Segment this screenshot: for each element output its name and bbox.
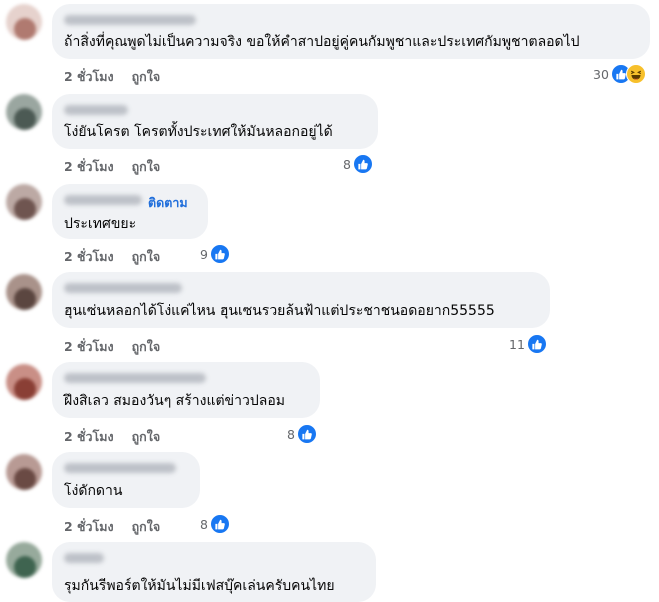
comment-timestamp[interactable]: 2 ชั่วโมง	[64, 247, 114, 267]
like-icon	[352, 154, 373, 174]
comment-actions: 2 ชั่วโมง ถูกใจ	[64, 157, 160, 177]
comment-text: ฝึงสิเลว สมองวันๆ สร้างแต่ข่าวปลอม	[64, 393, 285, 409]
like-button[interactable]: ถูกใจ	[132, 247, 161, 267]
reaction-summary[interactable]: 8	[200, 514, 230, 534]
like-icon	[209, 244, 230, 264]
reaction-count: 30	[593, 66, 609, 82]
like-icon	[209, 514, 230, 534]
comment-timestamp[interactable]: 2 ชั่วโมง	[64, 427, 114, 447]
reaction-count: 8	[200, 516, 208, 532]
like-button[interactable]: ถูกใจ	[132, 67, 161, 87]
avatar[interactable]	[6, 94, 42, 130]
commenter-name[interactable]	[64, 372, 206, 383]
comment-actions: 2 ชั่วโมง ถูกใจ	[64, 427, 160, 447]
comment-bubble: โง่ยันโครต โครตทั้งประเทศให้มันหลอกอยู่ไ…	[52, 94, 378, 149]
reaction-summary[interactable]: 8	[287, 424, 317, 444]
reaction-count: 8	[343, 156, 351, 172]
comment-text: โง่ยันโครต โครตทั้งประเทศให้มันหลอกอยู่ไ…	[64, 124, 333, 140]
comment-text: รุมกันรีพอร์ตให้มันไม่มีเฟสบุ๊คเล่นครับค…	[64, 578, 335, 594]
comment-text: ประเทศขยะ	[64, 216, 137, 232]
comment-actions: 2 ชั่วโมง ถูกใจ	[64, 337, 160, 357]
comment-timestamp[interactable]: 2 ชั่วโมง	[64, 157, 114, 177]
commenter-name[interactable]	[64, 194, 142, 205]
reaction-summary[interactable]: 8	[343, 154, 373, 174]
avatar[interactable]	[6, 364, 42, 400]
avatar[interactable]	[6, 274, 42, 310]
commenter-name[interactable]	[64, 462, 176, 473]
comment-bubble: ฝึงสิเลว สมองวันๆ สร้างแต่ข่าวปลอม	[52, 362, 320, 418]
reaction-summary[interactable]: 9	[200, 244, 230, 264]
reaction-summary[interactable]: 11	[509, 334, 547, 354]
comment-text: ฮุนเซ่นหลอกได้โง่แค่ไหน ฮุนเซนรวยล้นฟ้าแ…	[64, 303, 495, 319]
reaction-count: 11	[509, 336, 525, 352]
commenter-name[interactable]	[64, 282, 182, 293]
like-button[interactable]: ถูกใจ	[132, 157, 161, 177]
commenter-name[interactable]	[64, 104, 128, 115]
like-button[interactable]: ถูกใจ	[132, 517, 161, 537]
haha-icon	[625, 64, 646, 84]
comment-actions: 2 ชั่วโมง ถูกใจ	[64, 247, 160, 267]
commenter-name[interactable]	[64, 14, 196, 25]
comment-bubble: ถ้าสิ่งที่คุณพูดไม่เป็นความจริง ขอให้คำส…	[52, 4, 650, 59]
reaction-count: 8	[287, 426, 295, 442]
commenter-name[interactable]	[64, 552, 104, 563]
comment-timestamp[interactable]: 2 ชั่วโมง	[64, 337, 114, 357]
follow-button[interactable]: ติดตาม	[148, 193, 188, 213]
comment-timestamp[interactable]: 2 ชั่วโมง	[64, 67, 114, 87]
like-icon	[526, 334, 547, 354]
reaction-summary[interactable]: 30	[593, 64, 646, 84]
like-button[interactable]: ถูกใจ	[132, 337, 161, 357]
comment-timestamp[interactable]: 2 ชั่วโมง	[64, 517, 114, 537]
avatar[interactable]	[6, 542, 42, 578]
reaction-count: 9	[200, 246, 208, 262]
comment-actions: 2 ชั่วโมง ถูกใจ	[64, 517, 160, 537]
comment-bubble: รุมกันรีพอร์ตให้มันไม่มีเฟสบุ๊คเล่นครับค…	[52, 542, 376, 602]
like-button[interactable]: ถูกใจ	[132, 427, 161, 447]
comment-text: โง่ดักดาน	[64, 483, 123, 499]
comment-actions: 2 ชั่วโมง ถูกใจ	[64, 67, 160, 87]
like-icon	[296, 424, 317, 444]
comment-bubble: ฮุนเซ่นหลอกได้โง่แค่ไหน ฮุนเซนรวยล้นฟ้าแ…	[52, 272, 550, 328]
avatar[interactable]	[6, 4, 42, 40]
comment-text: ถ้าสิ่งที่คุณพูดไม่เป็นความจริง ขอให้คำส…	[64, 34, 580, 50]
avatar[interactable]	[6, 184, 42, 220]
comment-bubble: ติดตาม ประเทศขยะ	[52, 184, 208, 239]
avatar[interactable]	[6, 454, 42, 490]
comment-bubble: โง่ดักดาน	[52, 452, 200, 508]
